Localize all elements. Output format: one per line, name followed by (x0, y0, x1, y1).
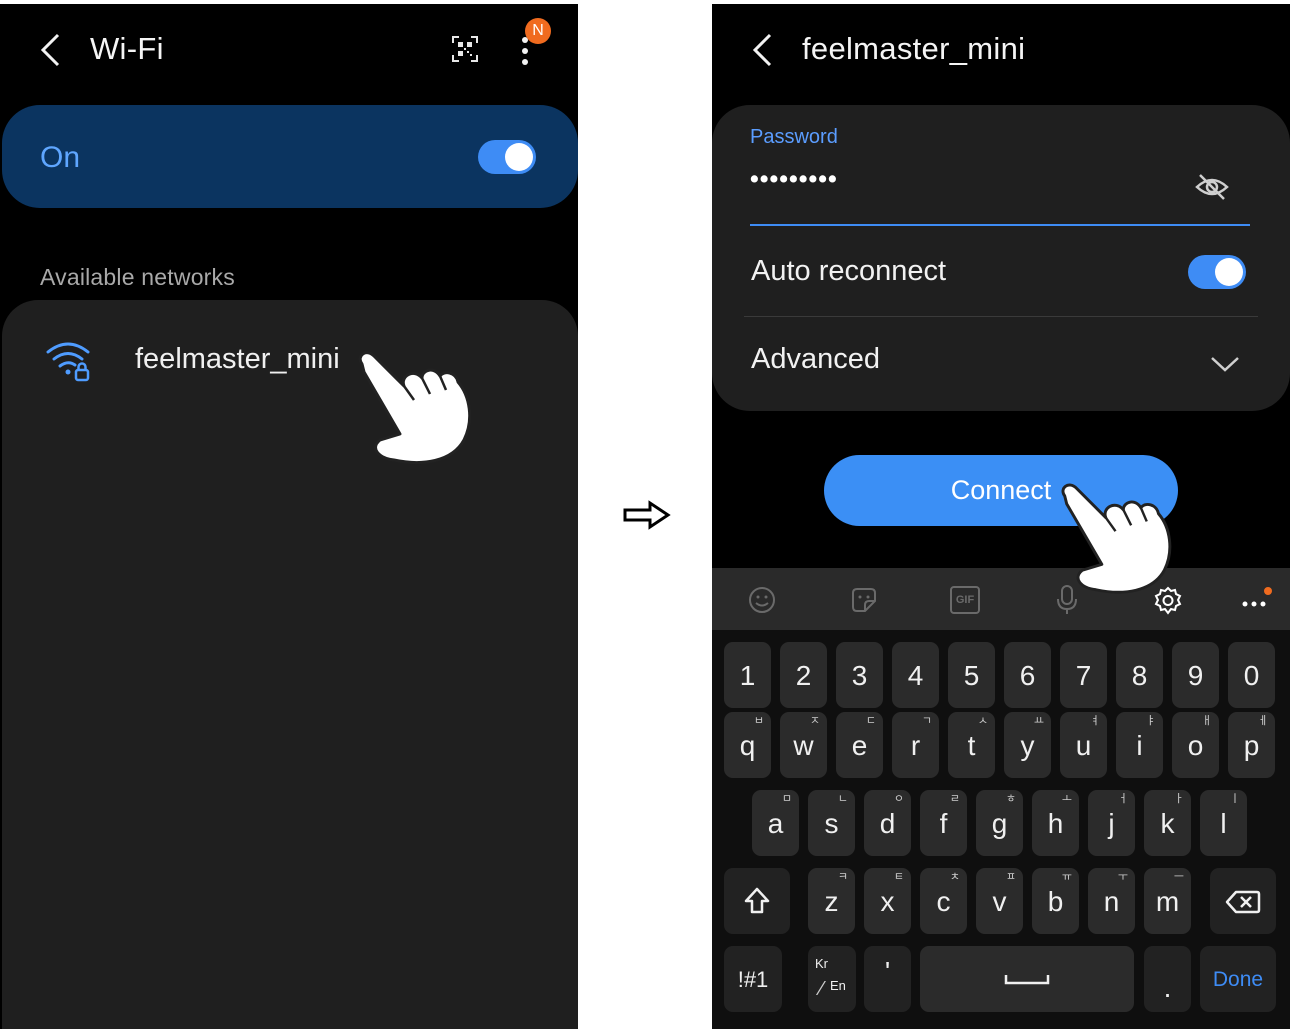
key-2[interactable]: 2 (780, 642, 827, 708)
key-y[interactable]: yㅛ (1004, 712, 1051, 778)
key-9[interactable]: 9 (1172, 642, 1219, 708)
language-switch-key[interactable]: Kr ⁄ En (808, 946, 856, 1012)
key-6[interactable]: 6 (1004, 642, 1051, 708)
key-b[interactable]: bㅠ (1032, 868, 1079, 934)
eye-off-icon[interactable] (1194, 171, 1230, 203)
apostrophe-key[interactable]: ' (864, 946, 911, 1012)
page-title: Wi-Fi (90, 31, 164, 66)
key-a[interactable]: aㅁ (752, 790, 799, 856)
key-t[interactable]: tㅅ (948, 712, 995, 778)
key-r[interactable]: rㄱ (892, 712, 939, 778)
password-underline (750, 224, 1250, 226)
available-networks-header: Available networks (40, 264, 235, 290)
auto-reconnect-label: Auto reconnect (751, 255, 947, 287)
key-8[interactable]: 8 (1116, 642, 1163, 708)
keyboard: 1 2 3 4 5 6 7 8 9 0 qㅂ wㅈ eㄷ rㄱ tㅅ yㅛ uㅕ… (712, 630, 1290, 1029)
tap-hand-icon (358, 351, 472, 464)
key-k[interactable]: kㅏ (1144, 790, 1191, 856)
period-key[interactable]: . (1144, 946, 1191, 1012)
backspace-icon (1225, 890, 1261, 914)
shift-icon (744, 887, 770, 914)
wifi-settings-screen: Wi-Fi N On Available networks feelmaster… (0, 4, 578, 1029)
auto-reconnect-toggle[interactable] (1188, 255, 1246, 289)
symbols-key[interactable]: !#1 (724, 946, 782, 1012)
key-7[interactable]: 7 (1060, 642, 1107, 708)
key-h[interactable]: hㅗ (1032, 790, 1079, 856)
network-name[interactable]: feelmaster_mini (135, 343, 340, 376)
wifi-master-toggle-card[interactable]: On (2, 105, 578, 208)
key-j[interactable]: jㅓ (1088, 790, 1135, 856)
key-v[interactable]: vㅍ (976, 868, 1023, 934)
sticker-icon[interactable] (849, 585, 879, 615)
key-m[interactable]: mㅡ (1144, 868, 1191, 934)
back-arrow-icon[interactable] (38, 32, 64, 68)
tap-hand-icon (1061, 483, 1172, 594)
advanced-label[interactable]: Advanced (751, 343, 880, 376)
key-u[interactable]: uㅕ (1060, 712, 1107, 778)
key-o[interactable]: oㅐ (1172, 712, 1219, 778)
space-key[interactable] (920, 946, 1134, 1012)
space-bar-icon (1004, 975, 1050, 985)
shift-key[interactable] (724, 868, 790, 934)
emoji-icon[interactable] (747, 585, 777, 615)
key-g[interactable]: gㅎ (976, 790, 1023, 856)
key-s[interactable]: sㄴ (808, 790, 855, 856)
key-0[interactable]: 0 (1228, 642, 1275, 708)
key-l[interactable]: lㅣ (1200, 790, 1247, 856)
key-3[interactable]: 3 (836, 642, 883, 708)
key-q[interactable]: qㅂ (724, 712, 771, 778)
wifi-on-label: On (40, 141, 81, 174)
more-icon[interactable] (1240, 586, 1276, 616)
divider (744, 316, 1258, 317)
key-e[interactable]: eㄷ (836, 712, 883, 778)
network-list (2, 300, 578, 1029)
backspace-key[interactable] (1210, 868, 1276, 934)
done-key[interactable]: Done (1200, 946, 1276, 1012)
page-title: feelmaster_mini (802, 31, 1026, 66)
key-c[interactable]: cㅊ (920, 868, 967, 934)
back-arrow-icon[interactable] (750, 32, 776, 68)
key-w[interactable]: wㅈ (780, 712, 827, 778)
wifi-toggle-switch[interactable] (478, 140, 536, 174)
chevron-down-icon[interactable] (1210, 355, 1240, 373)
password-label: Password (750, 126, 838, 148)
notification-badge: N (525, 18, 551, 44)
network-form-card: Password ••••••••• Auto reconnect Advanc… (712, 105, 1290, 411)
key-i[interactable]: iㅑ (1116, 712, 1163, 778)
key-x[interactable]: xㅌ (864, 868, 911, 934)
key-p[interactable]: pㅔ (1228, 712, 1275, 778)
network-connect-screen: feelmaster_mini Password ••••••••• Auto … (712, 4, 1290, 1029)
wifi-secured-icon (46, 342, 90, 382)
transition-arrow-icon (623, 500, 671, 530)
key-n[interactable]: nㅜ (1088, 868, 1135, 934)
gif-icon[interactable]: GIF (950, 586, 980, 614)
keyboard-toolbar: GIF (712, 568, 1290, 630)
key-z[interactable]: zㅋ (808, 868, 855, 934)
key-d[interactable]: dㅇ (864, 790, 911, 856)
key-f[interactable]: fㄹ (920, 790, 967, 856)
key-1[interactable]: 1 (724, 642, 771, 708)
qr-code-icon[interactable] (452, 36, 478, 62)
password-field[interactable]: ••••••••• (750, 165, 838, 194)
key-4[interactable]: 4 (892, 642, 939, 708)
key-5[interactable]: 5 (948, 642, 995, 708)
